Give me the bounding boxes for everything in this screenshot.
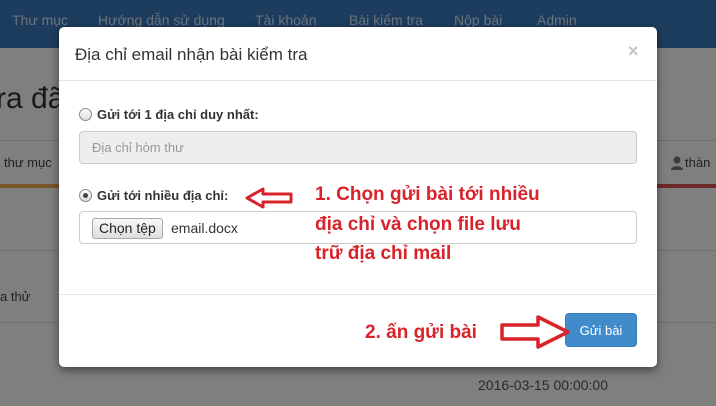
radio-multiple[interactable] — [79, 188, 92, 202]
selected-file-name: email.docx — [171, 220, 238, 236]
annotation-step1-line3: trữ địa chỉ mail — [315, 243, 452, 264]
choose-file-button[interactable]: Chọn tệp — [92, 218, 163, 239]
close-icon[interactable]: × — [628, 41, 639, 62]
modal-header: Địa chỉ email nhận bài kiểm tra × — [59, 27, 657, 81]
modal-title: Địa chỉ email nhận bài kiểm tra — [75, 45, 308, 64]
send-button[interactable]: Gửi bài — [565, 313, 637, 347]
arrow-left-icon — [245, 187, 293, 209]
arrow-right-icon — [500, 315, 570, 349]
radio-multiple-label: Gửi tới nhiều địa chỉ: — [97, 187, 229, 203]
email-address-input[interactable] — [79, 131, 637, 164]
annotation-step1-line2: địa chỉ và chọn file lưu — [315, 214, 521, 235]
option-multiple-addresses[interactable]: Gửi tới nhiều địa chỉ: — [79, 187, 228, 203]
radio-single-label: Gửi tới 1 địa chỉ duy nhất: — [97, 106, 259, 122]
annotation-step2: 2. ấn gửi bài — [365, 322, 477, 343]
annotation-step1-line1: 1. Chọn gửi bài tới nhiều — [315, 184, 540, 205]
radio-single[interactable] — [79, 107, 92, 121]
option-single-address[interactable]: Gửi tới 1 địa chỉ duy nhất: — [79, 106, 259, 122]
